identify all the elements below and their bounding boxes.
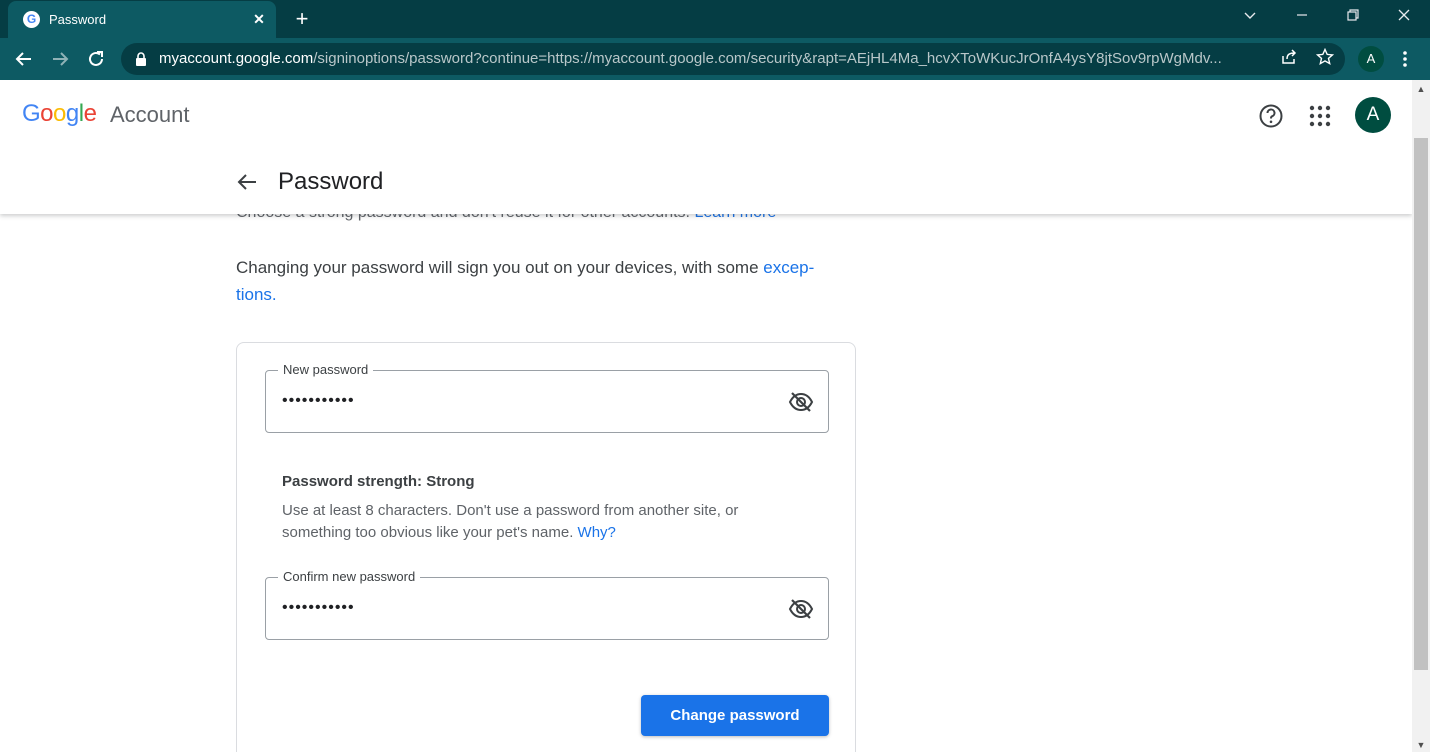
eye-off-icon[interactable] — [788, 596, 814, 622]
close-window-icon[interactable] — [1390, 6, 1418, 30]
url-text[interactable]: myaccount.google.com/signinoptions/passw… — [159, 50, 1222, 67]
forward-icon[interactable] — [47, 46, 73, 72]
scrollbar-thumb[interactable] — [1414, 138, 1428, 670]
favicon-letter: G — [26, 12, 37, 26]
logo-letter: e — [83, 100, 97, 127]
page-title: Password — [278, 168, 384, 195]
profile-avatar[interactable]: A — [1358, 46, 1384, 72]
account-wordmark: Account — [110, 102, 190, 127]
page-viewport: Google Account A Password Choose a stron… — [0, 80, 1412, 752]
reload-icon[interactable] — [83, 46, 109, 72]
change-password-button[interactable]: Change password — [641, 695, 829, 736]
logo-letter: G — [22, 100, 41, 127]
lock-icon[interactable] — [135, 52, 147, 66]
confirm-password-label: Confirm new password — [278, 569, 421, 584]
google-account-header: Google Account A Password — [0, 80, 1412, 214]
eye-off-icon[interactable] — [788, 389, 814, 415]
google-favicon-icon: G — [23, 11, 40, 28]
restore-icon[interactable] — [1339, 6, 1367, 30]
logo-letter: o — [40, 100, 54, 127]
account-avatar[interactable]: A — [1355, 97, 1391, 133]
back-icon[interactable] — [11, 46, 37, 72]
notice-period: . — [271, 285, 277, 304]
back-arrow-icon[interactable] — [233, 168, 261, 196]
google-logo[interactable]: Google — [22, 100, 97, 128]
why-link[interactable]: Why? — [578, 524, 616, 541]
tab-search-icon[interactable] — [1236, 6, 1264, 30]
password-strength-help: Use at least 8 characters. Don't use a p… — [282, 500, 802, 544]
confirm-password-input[interactable]: ••••••••••• — [282, 599, 355, 617]
help-icon[interactable] — [1257, 102, 1285, 130]
logo-letter: g — [65, 100, 79, 127]
tab-title: Password — [49, 12, 107, 27]
scroll-up-arrow-icon[interactable]: ▲ — [1412, 82, 1430, 96]
exceptions-link-continued[interactable]: tions — [236, 285, 272, 304]
share-icon[interactable] — [1278, 48, 1300, 70]
password-strength-title: Password strength: Strong — [282, 473, 475, 490]
more-icon[interactable] — [1396, 46, 1414, 72]
logo-letter: o — [53, 100, 66, 127]
scroll-down-arrow-icon[interactable]: ▼ — [1412, 738, 1430, 752]
apps-grid-icon[interactable] — [1308, 104, 1332, 128]
new-password-field[interactable]: New password ••••••••••• — [265, 362, 829, 433]
url-path: /signinoptions/password?continue=https:/… — [313, 50, 1222, 67]
url-host: myaccount.google.com — [159, 50, 314, 67]
tab-close-icon[interactable]: ✕ — [249, 9, 269, 29]
new-password-label: New password — [278, 362, 374, 377]
new-tab-icon[interactable]: + — [290, 7, 314, 31]
strength-help-body: Use at least 8 characters. Don't use a p… — [282, 502, 739, 541]
tab-strip: G Password ✕ + — [0, 0, 1430, 38]
new-password-input[interactable]: ••••••••••• — [282, 392, 355, 410]
exceptions-link[interactable]: excep- — [763, 258, 814, 277]
vertical-scrollbar[interactable]: ▲ ▼ — [1412, 80, 1430, 752]
password-form-card: New password ••••••••••• Password streng… — [236, 342, 856, 752]
confirm-password-field[interactable]: Confirm new password ••••••••••• — [265, 569, 829, 640]
address-bar[interactable]: myaccount.google.com/signinoptions/passw… — [121, 43, 1345, 75]
sign-out-notice: Changing your password will sign you out… — [236, 254, 856, 308]
notice-body: Changing your password will sign you out… — [236, 258, 764, 277]
minimize-icon[interactable] — [1288, 6, 1316, 30]
browser-tab[interactable]: G Password ✕ — [8, 1, 276, 38]
star-icon[interactable] — [1314, 47, 1336, 70]
browser-toolbar: myaccount.google.com/signinoptions/passw… — [0, 38, 1430, 80]
